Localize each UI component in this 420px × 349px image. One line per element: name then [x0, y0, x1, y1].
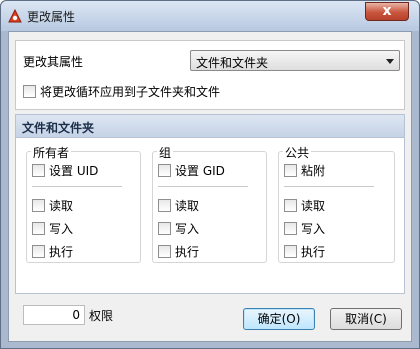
group-read-label: 读取 — [175, 199, 200, 213]
close-button[interactable]: x — [365, 2, 409, 21]
chevron-down-icon — [386, 59, 394, 64]
permission-label: 权限 — [89, 308, 114, 323]
cancel-button[interactable]: 取消(C) — [330, 308, 402, 330]
apply-to-select-value: 文件和文件夹 — [196, 56, 269, 70]
public-group-title: 公共 — [283, 144, 312, 161]
owner-write-label: 写入 — [49, 222, 74, 236]
recursive-checkbox-row[interactable]: 将更改循环应用到子文件夹和文件 — [23, 83, 220, 100]
group-exec-checkbox[interactable] — [158, 245, 171, 258]
permission-row: 0 权限 — [23, 305, 113, 325]
recursive-checkbox-label: 将更改循环应用到子文件夹和文件 — [40, 85, 221, 99]
public-sticky-checkbox[interactable] — [284, 164, 297, 177]
window-title: 更改属性 — [27, 10, 76, 24]
owner-setuid-label: 设置 UID — [49, 164, 99, 178]
owner-write-row[interactable]: 写入 — [32, 220, 73, 237]
public-divider — [284, 186, 374, 187]
group-setgid-row[interactable]: 设置 GID — [158, 162, 225, 179]
section-title: 文件和文件夹 — [22, 121, 95, 135]
owner-exec-row[interactable]: 执行 — [32, 243, 73, 260]
dialog-body: 更改其属性 文件和文件夹 将更改循环应用到子文件夹和文件 文件和文件夹 所有者 … — [8, 31, 412, 342]
ok-button[interactable]: 确定(O) — [243, 308, 315, 330]
section-header: 文件和文件夹 — [16, 115, 404, 138]
title-bar: 更改属性 x — [1, 1, 419, 31]
files-folders-panel: 文件和文件夹 所有者 设置 UID 读取 写入 执行 组 设置 GID 读取 写… — [15, 114, 405, 325]
app-icon — [8, 8, 22, 23]
numeric-permission-input[interactable]: 0 — [23, 305, 85, 325]
group-group: 组 设置 GID 读取 写入 执行 — [152, 144, 267, 263]
public-sticky-label: 粘附 — [301, 164, 326, 178]
owner-setuid-row[interactable]: 设置 UID — [32, 162, 98, 179]
group-group-title: 组 — [157, 144, 174, 161]
owner-read-row[interactable]: 读取 — [32, 197, 73, 214]
group-setgid-label: 设置 GID — [175, 164, 225, 178]
group-write-label: 写入 — [175, 222, 200, 236]
group-write-checkbox[interactable] — [158, 222, 171, 235]
apply-to-select[interactable]: 文件和文件夹 — [190, 50, 400, 71]
group-write-row[interactable]: 写入 — [158, 220, 199, 237]
group-exec-label: 执行 — [175, 245, 200, 259]
group-exec-row[interactable]: 执行 — [158, 243, 199, 260]
owner-write-checkbox[interactable] — [32, 222, 45, 235]
public-read-checkbox[interactable] — [284, 199, 297, 212]
owner-exec-checkbox[interactable] — [32, 245, 45, 258]
change-attributes-label: 更改其属性 — [23, 55, 84, 69]
owner-group: 所有者 设置 UID 读取 写入 执行 — [26, 144, 141, 263]
owner-exec-label: 执行 — [49, 245, 74, 259]
owner-read-label: 读取 — [49, 199, 74, 213]
attribute-options-panel: 更改其属性 文件和文件夹 将更改循环应用到子文件夹和文件 — [15, 40, 405, 110]
public-write-label: 写入 — [301, 222, 326, 236]
public-exec-row[interactable]: 执行 — [284, 243, 325, 260]
group-divider — [158, 186, 248, 187]
recursive-checkbox[interactable] — [23, 85, 36, 98]
public-read-label: 读取 — [301, 199, 326, 213]
public-group: 公共 粘附 读取 写入 执行 — [278, 144, 395, 263]
owner-divider — [32, 186, 122, 187]
owner-read-checkbox[interactable] — [32, 199, 45, 212]
change-attributes-dialog: 更改属性 x 更改其属性 文件和文件夹 将更改循环应用到子文件夹和文件 文件和文… — [0, 0, 420, 349]
group-read-row[interactable]: 读取 — [158, 197, 199, 214]
public-exec-label: 执行 — [301, 245, 326, 259]
public-write-checkbox[interactable] — [284, 222, 297, 235]
owner-setuid-checkbox[interactable] — [32, 164, 45, 177]
public-sticky-row[interactable]: 粘附 — [284, 162, 325, 179]
owner-group-title: 所有者 — [31, 144, 72, 161]
public-write-row[interactable]: 写入 — [284, 220, 325, 237]
public-read-row[interactable]: 读取 — [284, 197, 325, 214]
public-exec-checkbox[interactable] — [284, 245, 297, 258]
group-setgid-checkbox[interactable] — [158, 164, 171, 177]
group-read-checkbox[interactable] — [158, 199, 171, 212]
